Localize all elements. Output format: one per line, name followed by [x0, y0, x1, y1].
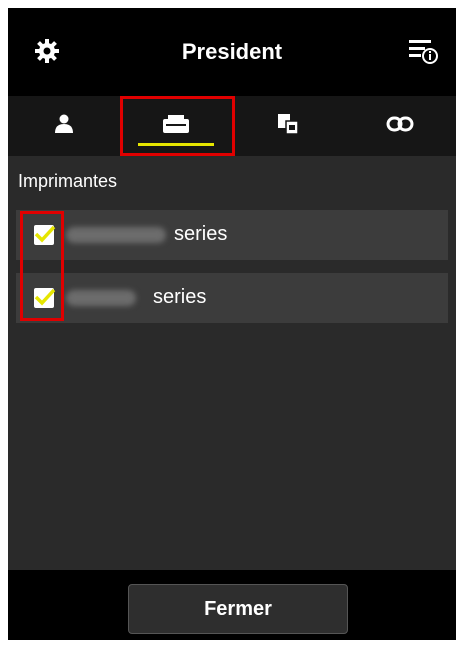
tab-documents[interactable]	[232, 96, 344, 156]
tab-link[interactable]	[344, 96, 456, 156]
blurred-model-name	[66, 227, 166, 243]
printer-row[interactable]: series	[16, 273, 448, 323]
printer-row[interactable]: series	[16, 210, 448, 260]
gear-icon[interactable]	[34, 38, 60, 64]
checkbox-highlight	[20, 211, 64, 321]
documents-icon	[276, 112, 300, 141]
close-button[interactable]: Fermer	[128, 584, 348, 634]
printer-label: series	[174, 223, 228, 245]
blurred-model-name	[66, 290, 136, 306]
user-icon	[54, 114, 74, 139]
section-label: Imprimantes	[18, 171, 118, 191]
link-icon	[386, 116, 414, 137]
printer-label: series	[153, 286, 207, 308]
page-title: President	[181, 39, 283, 64]
info-menu-icon[interactable]	[408, 36, 438, 66]
printer-tab-highlight	[120, 96, 235, 156]
app-screen: President Imprimantes series series Ferm…	[8, 8, 456, 640]
tab-user[interactable]	[8, 96, 120, 156]
top-bar: President	[8, 8, 456, 96]
bottom-bar: Fermer	[8, 570, 456, 640]
